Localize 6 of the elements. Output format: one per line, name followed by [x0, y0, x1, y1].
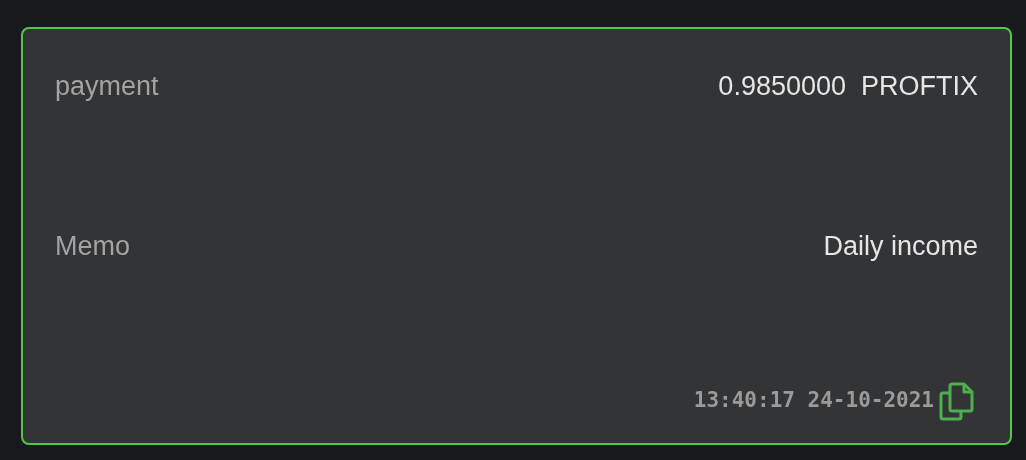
copy-icon[interactable] — [938, 381, 976, 421]
field-value: Daily income — [823, 229, 978, 263]
field-label: Memo — [55, 229, 130, 263]
field-value: 0.9850000 PROFTIX — [718, 69, 978, 103]
timestamp: 13:40:17 24-10-2021 — [693, 387, 934, 415]
field-label: payment — [55, 69, 159, 103]
